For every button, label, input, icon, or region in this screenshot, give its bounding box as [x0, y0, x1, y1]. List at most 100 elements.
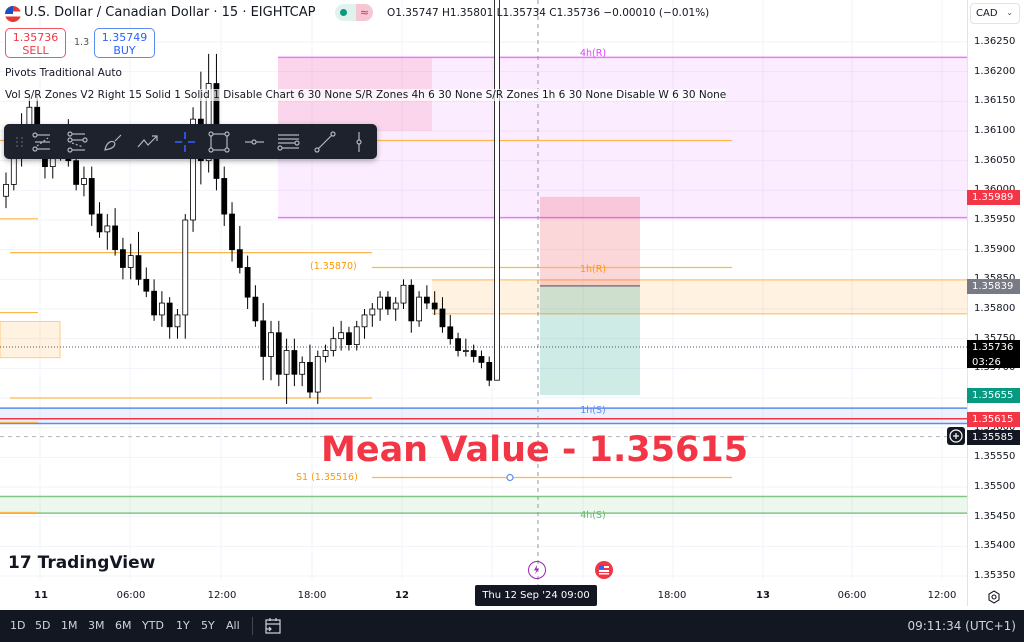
vertical-line-icon[interactable]: [345, 128, 373, 156]
range-button-6m[interactable]: 6M: [115, 619, 132, 632]
candle-up: [322, 350, 329, 357]
time-tick-label: 12:00: [927, 590, 957, 601]
candle-down: [252, 296, 259, 322]
candle-down: [229, 213, 235, 251]
candle-up: [494, 0, 500, 381]
us-ca-flag-icon: [5, 6, 21, 22]
time-tick-label: 13: [756, 590, 770, 601]
price-tag: 1.35585: [967, 429, 1020, 445]
time-tick-label: 12: [395, 590, 409, 601]
go-to-date-icon[interactable]: [262, 615, 284, 637]
chevron-down-icon: ⌄: [1006, 8, 1013, 17]
fib-retracement-icon[interactable]: [28, 128, 56, 156]
price-tick-label: 1.36250: [974, 36, 1016, 47]
bottom-toolbar: 1D 5D 1M 3M 6M YTD 1Y 5Y All 09:11:34 (UTC+1): [0, 610, 1024, 642]
tradingview-logo-mark: 17: [8, 553, 32, 573]
drag-handle-icon[interactable]: [6, 128, 24, 156]
candle-down: [408, 284, 415, 322]
price-tag: 1.35655: [967, 388, 1020, 404]
range-button-all[interactable]: All: [226, 619, 240, 632]
candle-up: [369, 308, 376, 316]
sell-button[interactable]: 1.35736 SELL: [5, 28, 66, 58]
candle-up: [268, 332, 274, 357]
candle-up: [338, 332, 345, 340]
zone-label: 1h(R): [579, 263, 607, 275]
market-open-dot-icon: [340, 9, 347, 16]
market-status-pill[interactable]: ≈: [335, 4, 373, 21]
candle-up: [462, 350, 469, 352]
price-tick-label: 1.35350: [974, 570, 1016, 581]
symbol-title[interactable]: U.S. Dollar / Canadian Dollar · 15 · EIG…: [24, 5, 315, 20]
price-tick-label: 1.35900: [974, 243, 1016, 255]
candle-up: [81, 178, 87, 185]
candle-down: [275, 332, 282, 375]
range-button-1d[interactable]: 1D: [10, 619, 25, 632]
tradingview-logo-text: TradingView: [37, 553, 156, 573]
crosshair-icon[interactable]: [171, 128, 199, 156]
sr-zone-1hR: [432, 279, 967, 314]
candle-down: [135, 255, 142, 280]
range-button-3m[interactable]: 3M: [88, 619, 105, 632]
price-tick-label: 1.35550: [974, 451, 1016, 463]
horizontal-ray-icon[interactable]: [241, 128, 269, 156]
currency-value: CAD: [976, 8, 998, 19]
trend-line-icon[interactable]: [311, 128, 339, 156]
candle-up: [361, 314, 368, 328]
indicator-sr-zones-legend[interactable]: Vol S/R Zones V2 Right 15 Solid 1 Solid …: [5, 89, 727, 101]
candle-up: [174, 314, 181, 328]
price-tick-label: 1.35500: [974, 481, 1016, 492]
range-button-5d[interactable]: 5D: [35, 619, 50, 632]
mean-value-annotation[interactable]: Mean Value - 1.35615: [321, 430, 748, 470]
price-tag: 1.35615: [967, 411, 1020, 427]
candle-down: [260, 320, 267, 357]
buy-button[interactable]: 1.35749 BUY: [94, 28, 155, 58]
fib-extension-icon[interactable]: [63, 128, 91, 156]
divider: [252, 617, 253, 635]
candle-down: [120, 249, 126, 268]
candle-down: [73, 160, 80, 185]
left-zone: [0, 320, 61, 359]
price-tag: 1.35989: [967, 189, 1020, 205]
candle-down: [423, 296, 430, 304]
zone-label: 4h(R): [579, 48, 607, 60]
drawing-toolbar: [4, 124, 377, 159]
candle-down: [96, 213, 103, 233]
take-profit-zone: [540, 285, 640, 396]
trend-arrow-icon[interactable]: [135, 128, 163, 156]
indicator-pivots-legend[interactable]: Pivots Traditional Auto: [5, 67, 122, 79]
rectangle-icon[interactable]: [205, 128, 233, 156]
range-button-5y[interactable]: 5Y: [201, 619, 215, 632]
tradingview-logo: 17 TradingView: [8, 553, 155, 573]
candle-down: [470, 350, 477, 357]
candle-down: [166, 302, 173, 328]
candle-up: [182, 219, 189, 316]
range-button-1y[interactable]: 1Y: [176, 619, 190, 632]
add-alert-button[interactable]: [947, 427, 965, 445]
us-economic-event-icon[interactable]: [595, 561, 613, 579]
lightning-event-icon[interactable]: [528, 561, 546, 579]
ohlc-readout: O1.35747 H1.35801 L1.35734 C1.35736 −0.0…: [387, 7, 710, 19]
candle-up: [283, 350, 290, 375]
spread-value: 1.3: [74, 37, 90, 48]
candle-down: [385, 296, 391, 310]
settings-gear-icon[interactable]: [987, 589, 1001, 604]
time-tick-label: 06:00: [116, 590, 146, 601]
candle-down: [221, 178, 228, 215]
candle-down: [447, 326, 454, 340]
range-button-1m[interactable]: 1M: [61, 619, 78, 632]
sell-label: SELL: [22, 44, 49, 57]
sell-price: 1.35736: [12, 31, 59, 44]
time-tick-label: 18:00: [657, 590, 687, 601]
price-tick-label: 1.36100: [974, 125, 1016, 136]
candle-down: [486, 361, 493, 381]
parallel-channel-icon[interactable]: [275, 128, 303, 156]
range-button-ytd[interactable]: YTD: [142, 619, 164, 632]
candle-down: [307, 361, 313, 393]
clock-timezone[interactable]: 09:11:34 (UTC+1): [907, 619, 1016, 633]
currency-select[interactable]: CAD ⌄: [970, 3, 1020, 24]
brush-icon[interactable]: [100, 128, 128, 156]
candle-up: [314, 356, 321, 393]
zone-label: 4h(S): [580, 509, 606, 521]
zone-label: 1h(S): [580, 405, 606, 417]
candle-down: [236, 249, 243, 268]
